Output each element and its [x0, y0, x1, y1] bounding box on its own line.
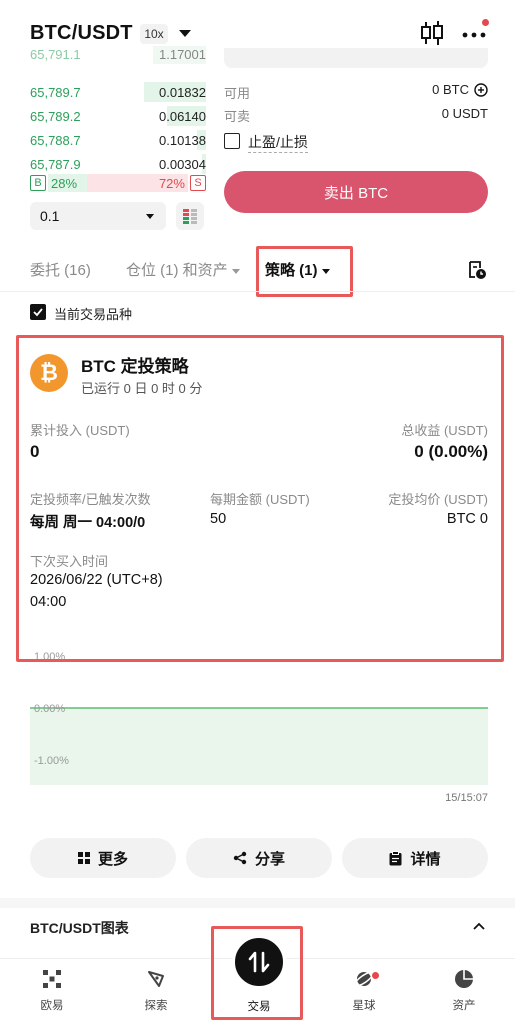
share-icon — [233, 851, 247, 865]
nav-label-assets: 资产 — [452, 1000, 476, 1012]
pie-chart-icon — [455, 970, 473, 988]
orderbook-qty: 0.06140 — [159, 108, 206, 124]
available-row: 0 BTC — [380, 82, 488, 97]
highlight-strategy-tab — [256, 246, 353, 297]
available-label: 可用 — [224, 86, 251, 101]
more-label: 更多 — [97, 850, 128, 868]
clipboard-icon — [389, 850, 402, 865]
chevron-up-icon[interactable] — [473, 922, 485, 930]
chevron-down-icon[interactable] — [179, 30, 191, 37]
orderbook-qty: 0.10138 — [159, 132, 206, 148]
orderbook-qty: 0.01832 — [159, 84, 206, 100]
nav-label-planet: 星球 — [352, 1000, 376, 1012]
add-circle-icon[interactable] — [474, 82, 488, 97]
orderbook-row[interactable]: 65,789.2 0.06140 — [30, 104, 206, 128]
y-tick-label: 0.00% — [34, 703, 65, 715]
tpsl-label[interactable]: 止盈/止损 — [248, 132, 308, 153]
sellable-label: 可卖 — [224, 109, 251, 124]
orderbook-price: 65,789.7 — [30, 84, 81, 100]
depth-layout-icon — [183, 209, 197, 224]
more-button[interactable]: 更多 — [30, 838, 176, 878]
okx-logo-icon — [43, 970, 61, 988]
tab-orders[interactable]: 委托 (16) — [30, 259, 91, 280]
tab-positions-label: 仓位 (1) 和资产 — [126, 262, 228, 279]
orderbook-row[interactable]: 65,787.9 0.00304 — [30, 152, 206, 176]
chevron-down-icon — [231, 268, 240, 274]
grid-icon — [77, 852, 90, 864]
depth-view-button[interactable] — [176, 202, 204, 230]
pnl-chart: 1.00%0.00%-1.00%15/15:07 — [30, 651, 488, 804]
check-icon — [33, 308, 43, 317]
nav-label-okx: 欧易 — [40, 1000, 64, 1012]
tab-positions[interactable]: 仓位 (1) 和资产 — [126, 259, 240, 280]
sell-ratio-fill: 72% — [87, 174, 188, 192]
x-axis-time-label: 15/15:07 — [445, 792, 488, 804]
qty-step-select[interactable]: 0.1 — [30, 202, 166, 230]
orderbook-row[interactable]: 65,789.7 0.01832 — [30, 80, 206, 104]
current-pair-checkbox[interactable] — [30, 304, 46, 320]
orderbook-row[interactable]: 65,791.1 1.17001 — [30, 44, 206, 64]
leverage-badge[interactable]: 10x — [140, 24, 168, 44]
chart-section-title[interactable]: BTC/USDT图表 — [30, 918, 129, 938]
buy-sell-ratio: B 28% 72% S — [30, 173, 206, 193]
orderbook-price: 65,787.9 — [30, 156, 81, 172]
tpsl-checkbox[interactable] — [224, 133, 240, 149]
orderbook-qty: 0.00304 — [159, 156, 206, 172]
y-tick-label: -1.00% — [34, 755, 69, 767]
highlight-strategy-card — [16, 335, 504, 662]
notification-dot — [482, 19, 489, 26]
series-area — [30, 708, 488, 785]
share-button[interactable]: 分享 — [186, 838, 332, 878]
order-history-icon[interactable] — [466, 259, 488, 281]
orderbook-price: 65,789.2 — [30, 108, 81, 124]
orderbook-price: 65,788.7 — [30, 132, 81, 148]
current-pair-label[interactable]: 当前交易品种 — [54, 304, 132, 323]
order-input-field[interactable] — [224, 48, 488, 68]
buy-ratio-badge: B — [30, 175, 46, 191]
planet-icon — [354, 971, 374, 987]
share-label: 分享 — [254, 850, 285, 868]
available-value: 0 BTC — [432, 82, 469, 97]
nav-item-explore[interactable]: 探索 — [116, 967, 196, 1013]
qty-step-value: 0.1 — [40, 208, 60, 224]
details-label: 详情 — [410, 850, 441, 868]
candlestick-icon[interactable] — [420, 20, 444, 46]
sellable-value: 0 USDT — [441, 106, 488, 121]
nav-item-assets[interactable]: 资产 — [424, 967, 504, 1013]
notification-dot — [372, 972, 379, 979]
nav-item-planet[interactable]: 星球 — [324, 967, 404, 1013]
chevron-down-icon — [146, 214, 154, 219]
buy-ratio-fill: 28% — [48, 174, 88, 192]
sell-ratio-badge: S — [190, 175, 206, 191]
details-button[interactable]: 详情 — [342, 838, 488, 878]
section-separator — [0, 898, 515, 908]
nav-label-explore: 探索 — [144, 1000, 168, 1012]
more-menu-icon[interactable] — [460, 19, 490, 40]
compass-icon — [148, 971, 164, 987]
sell-button[interactable]: 卖出 BTC — [224, 171, 488, 213]
tabs-divider — [0, 291, 515, 292]
orderbook-qty: 1.17001 — [159, 46, 206, 62]
orderbook-row[interactable]: 65,788.7 0.10138 — [30, 128, 206, 152]
orderbook-price: 65,791.1 — [30, 46, 81, 62]
pair-title[interactable]: BTC/USDT — [30, 22, 133, 45]
nav-item-okx[interactable]: 欧易 — [12, 967, 92, 1013]
highlight-trade-tab — [211, 926, 303, 1020]
